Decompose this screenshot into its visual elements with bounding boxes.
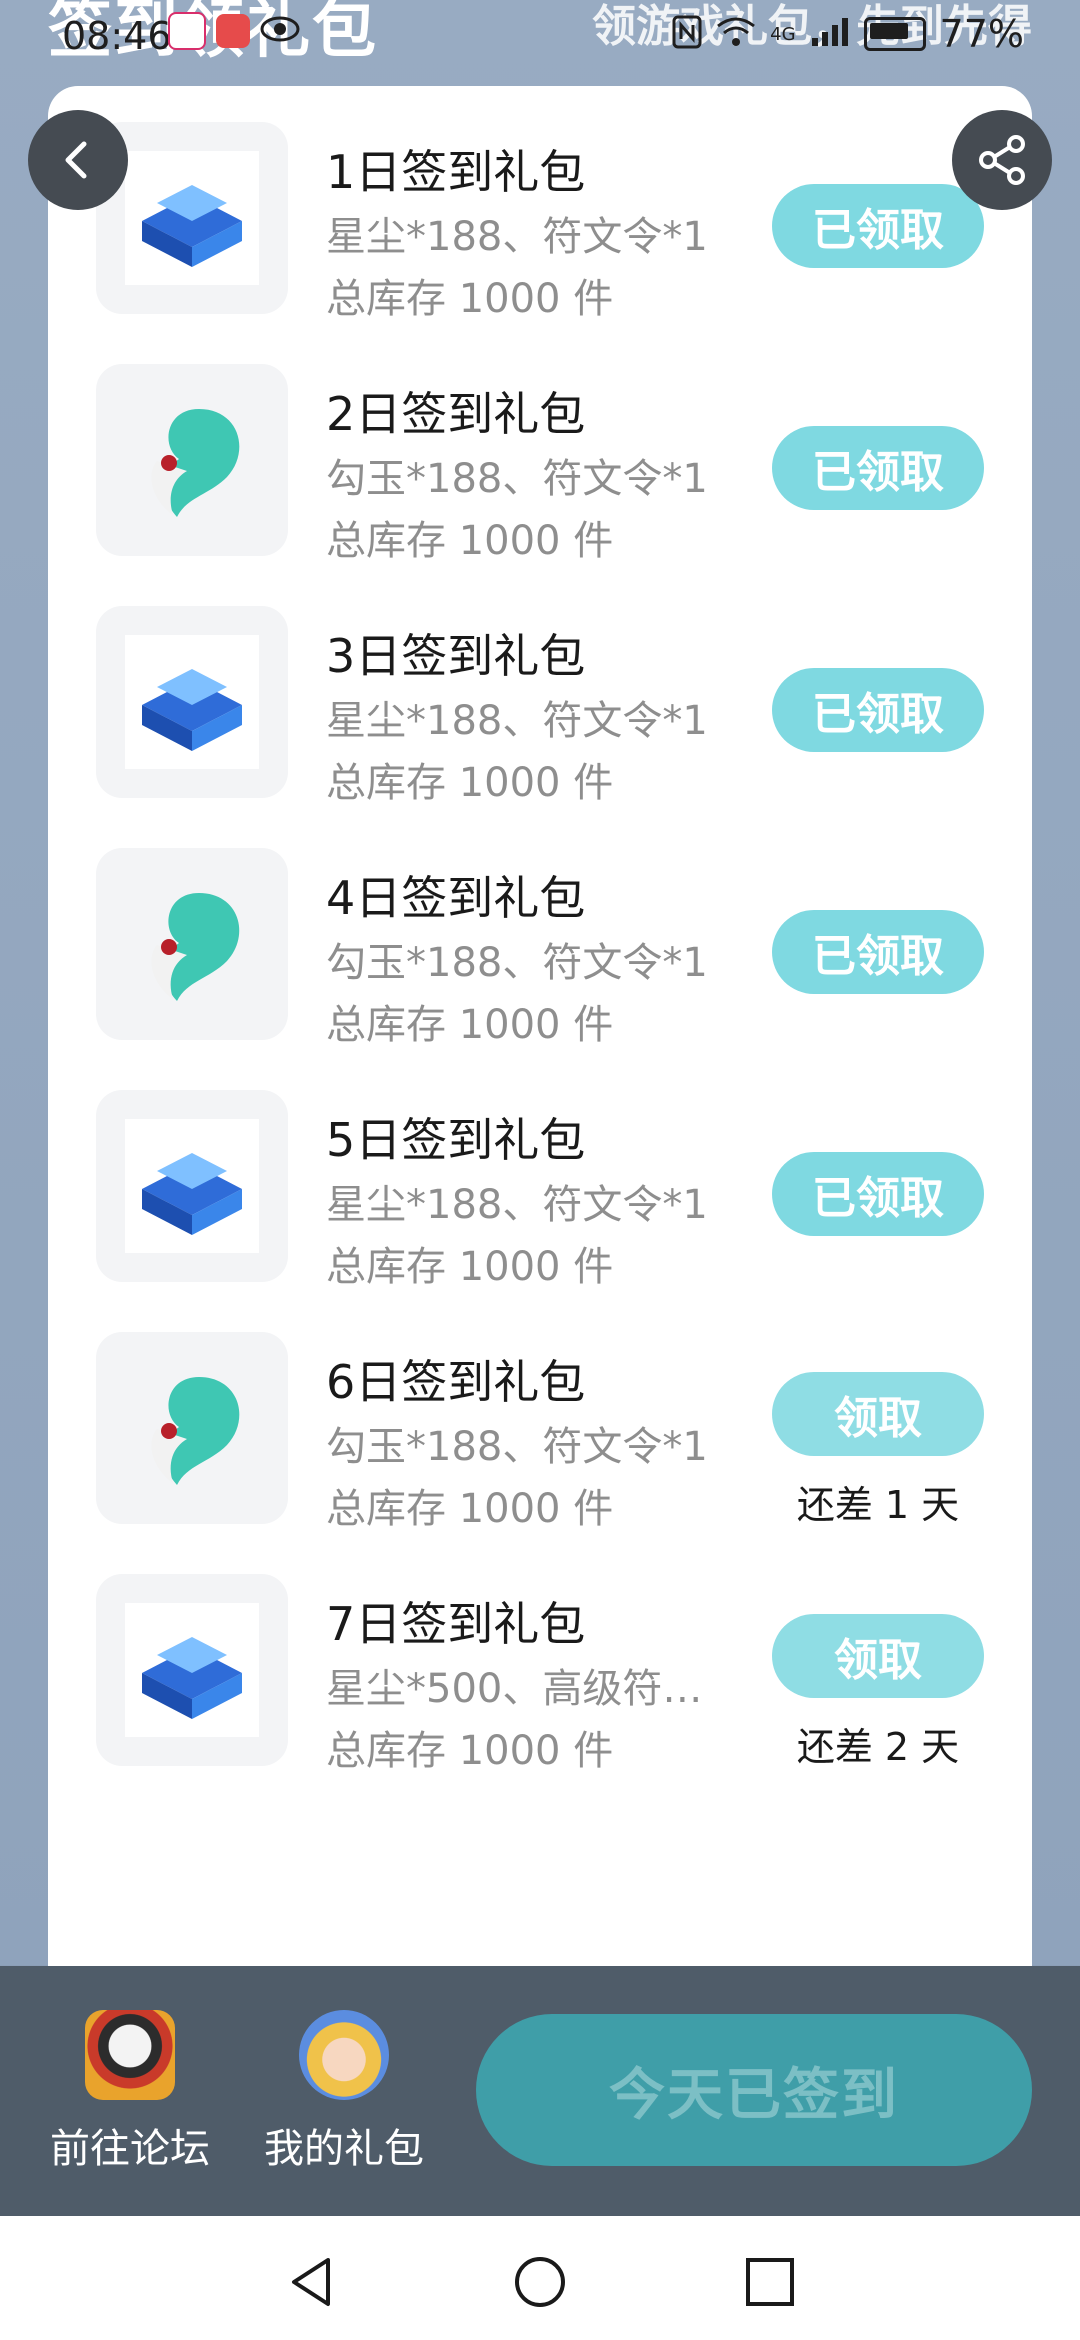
system-nav-bar bbox=[0, 2216, 1080, 2340]
blue-chest-icon bbox=[125, 1119, 259, 1253]
battery-icon bbox=[863, 17, 926, 51]
gift-thumb bbox=[96, 1332, 288, 1524]
claimed-button[interactable]: 已领取 bbox=[772, 426, 984, 510]
my-gifts-label: 我的礼包 bbox=[264, 2126, 424, 2172]
gift-stock: 总库存 1000 件 bbox=[326, 1728, 614, 1774]
gift-stock: 总库存 1000 件 bbox=[326, 760, 614, 806]
jade-magatama-icon bbox=[151, 893, 240, 1001]
signal-icon bbox=[810, 16, 850, 52]
gift-list-sheet: 1日签到礼包 星尘*188、符文令*1 总库存 1000 件 已领取 2日签到礼… bbox=[48, 86, 1032, 1966]
gift-name: 6日签到礼包 bbox=[326, 1355, 586, 1409]
wifi-icon bbox=[716, 16, 756, 52]
gift-thumb bbox=[96, 1090, 288, 1282]
gift-desc: 星尘*500、高级符… bbox=[326, 1666, 703, 1712]
gift-item: 6日签到礼包 勾玉*188、符文令*1 总库存 1000 件 领取 还差 1 天 bbox=[48, 1302, 1032, 1542]
forum-game-icon bbox=[85, 2010, 175, 2100]
days-remaining: 还差 2 天 bbox=[796, 1725, 960, 1769]
eye-icon bbox=[260, 14, 300, 48]
gift-item: 5日签到礼包 星尘*188、符文令*1 总库存 1000 件 已领取 bbox=[48, 1060, 1032, 1300]
share-button[interactable] bbox=[952, 110, 1052, 210]
gift-stock: 总库存 1000 件 bbox=[326, 1002, 614, 1048]
status-time: 08:46 bbox=[62, 14, 172, 58]
system-status-icons: 4G 77% bbox=[672, 12, 1024, 56]
gift-desc: 勾玉*188、符文令*1 bbox=[326, 940, 708, 986]
gift-name: 5日签到礼包 bbox=[326, 1113, 586, 1167]
gift-item: 1日签到礼包 星尘*188、符文令*1 总库存 1000 件 已领取 bbox=[48, 92, 1032, 332]
claim-button[interactable]: 领取 bbox=[772, 1614, 984, 1698]
gift-desc: 星尘*188、符文令*1 bbox=[326, 698, 708, 744]
gift-item: 3日签到礼包 星尘*188、符文令*1 总库存 1000 件 已领取 bbox=[48, 576, 1032, 816]
gift-desc: 星尘*188、符文令*1 bbox=[326, 1182, 708, 1228]
claim-button[interactable]: 领取 bbox=[772, 1372, 984, 1456]
battery-percent: 77% bbox=[939, 12, 1024, 56]
gift-stock: 总库存 1000 件 bbox=[326, 1486, 614, 1532]
app-notification-icon bbox=[168, 12, 206, 50]
blue-chest-icon bbox=[125, 151, 259, 285]
gift-stock: 总库存 1000 件 bbox=[326, 518, 614, 564]
gift-name: 1日签到礼包 bbox=[326, 145, 586, 199]
checkin-button[interactable]: 今天已签到 bbox=[476, 2014, 1032, 2166]
nav-home-icon[interactable] bbox=[512, 2254, 568, 2310]
network-type: 4G bbox=[770, 23, 796, 45]
jade-magatama-icon bbox=[151, 409, 240, 517]
gift-thumb bbox=[96, 1574, 288, 1766]
back-button[interactable] bbox=[28, 110, 128, 210]
gift-stock: 总库存 1000 件 bbox=[326, 276, 614, 322]
blue-chest-icon bbox=[125, 1603, 259, 1737]
gift-name: 3日签到礼包 bbox=[326, 629, 586, 683]
gift-stock: 总库存 1000 件 bbox=[326, 1244, 614, 1290]
days-remaining: 还差 1 天 bbox=[796, 1483, 960, 1527]
nav-recents-icon[interactable] bbox=[742, 2254, 798, 2310]
gift-name: 4日签到礼包 bbox=[326, 871, 586, 925]
gift-desc: 勾玉*188、符文令*1 bbox=[326, 456, 708, 502]
claimed-button[interactable]: 已领取 bbox=[772, 668, 984, 752]
nav-back-icon[interactable] bbox=[284, 2254, 340, 2310]
bottom-action-bar: 前往论坛 我的礼包 今天已签到 bbox=[0, 1966, 1080, 2216]
gift-name: 7日签到礼包 bbox=[326, 1597, 586, 1651]
gift-name: 2日签到礼包 bbox=[326, 387, 586, 441]
app-notification-icon bbox=[216, 14, 250, 48]
forum-label: 前往论坛 bbox=[50, 2126, 210, 2172]
claimed-button[interactable]: 已领取 bbox=[772, 910, 984, 994]
blue-chest-icon bbox=[125, 635, 259, 769]
gift-item: 4日签到礼包 勾玉*188、符文令*1 总库存 1000 件 已领取 bbox=[48, 818, 1032, 1058]
gift-thumb bbox=[96, 848, 288, 1040]
claimed-button[interactable]: 已领取 bbox=[772, 184, 984, 268]
gift-thumb bbox=[96, 606, 288, 798]
gift-desc: 星尘*188、符文令*1 bbox=[326, 214, 708, 260]
my-gifts-link[interactable]: 我的礼包 bbox=[254, 2010, 434, 2174]
status-bar: 08:46 4G 77% bbox=[0, 0, 1080, 80]
gift-item: 2日签到礼包 勾玉*188、符文令*1 总库存 1000 件 已领取 bbox=[48, 334, 1032, 574]
forum-link[interactable]: 前往论坛 bbox=[40, 2010, 220, 2174]
gift-item: 7日签到礼包 星尘*500、高级符… 总库存 1000 件 领取 还差 2 天 bbox=[48, 1544, 1032, 1784]
jade-magatama-icon bbox=[151, 1377, 240, 1485]
chevron-left-icon bbox=[65, 141, 87, 179]
notification-icons bbox=[168, 12, 300, 50]
nfc-icon bbox=[672, 15, 702, 53]
share-icon bbox=[979, 135, 1025, 185]
gift-desc: 勾玉*188、符文令*1 bbox=[326, 1424, 708, 1470]
claimed-button[interactable]: 已领取 bbox=[772, 1152, 984, 1236]
my-gifts-avatar-icon bbox=[299, 2010, 389, 2100]
gift-thumb bbox=[96, 364, 288, 556]
